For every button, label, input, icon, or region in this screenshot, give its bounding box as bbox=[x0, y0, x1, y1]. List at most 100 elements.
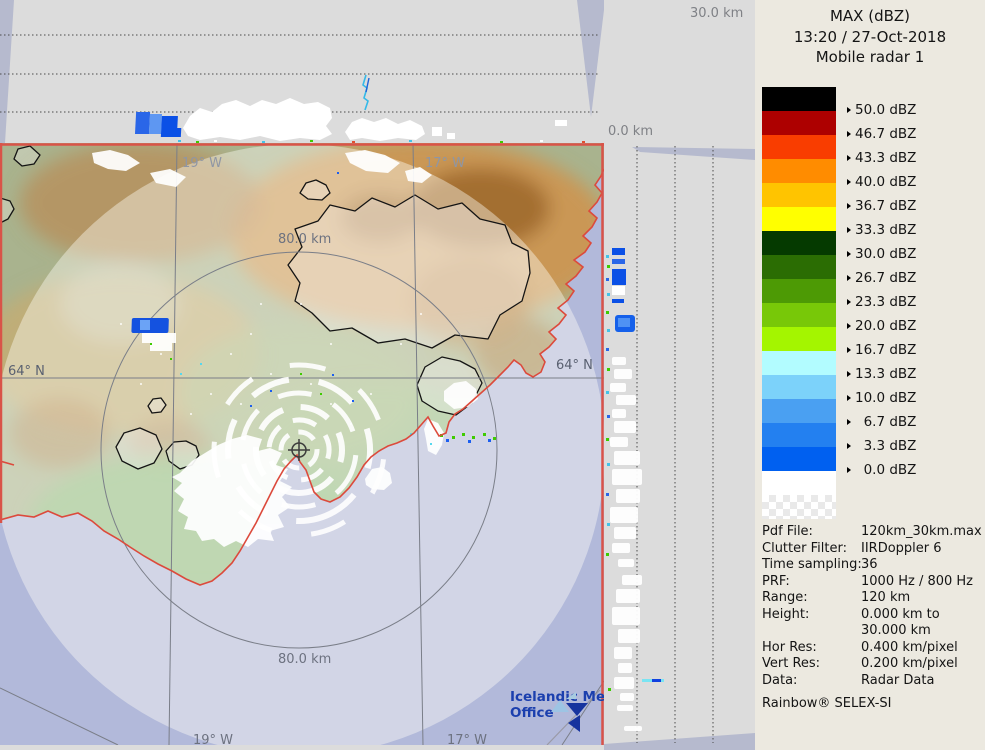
metadata-value: 0.400 km/pixel bbox=[861, 640, 958, 657]
scale-tick-icon bbox=[847, 467, 851, 473]
dbz-scale-label-text: 3.3 dBZ bbox=[855, 438, 916, 454]
vertical-profile-right-panel[interactable] bbox=[604, 143, 755, 750]
dbz-swatch bbox=[762, 279, 836, 303]
dbz-scale-label: 10.0 dBZ bbox=[847, 390, 916, 406]
imo-logo-text-line1: Icelandic Met bbox=[510, 689, 604, 705]
range-ring-label-bottom: 80.0 km bbox=[278, 652, 331, 667]
dbz-scale-label-text: 6.7 dBZ bbox=[855, 414, 916, 430]
metadata-label: Clutter Filter: bbox=[762, 541, 861, 558]
dbz-scale-label-text: 30.0 dBZ bbox=[855, 246, 916, 262]
dbz-swatch bbox=[762, 231, 836, 255]
metadata-row: Range:120 km bbox=[762, 590, 980, 607]
dbz-scale-label-text: 0.0 dBZ bbox=[855, 462, 916, 478]
scale-tick-icon bbox=[847, 275, 851, 281]
metadata-row: PRF:1000 Hz / 800 Hz bbox=[762, 574, 980, 591]
dbz-swatch bbox=[762, 87, 836, 111]
scale-tick-icon bbox=[847, 395, 851, 401]
metadata-label: Height: bbox=[762, 607, 861, 624]
metadata-value: Radar Data bbox=[861, 673, 934, 690]
dbz-scale-label-text: 10.0 dBZ bbox=[855, 390, 916, 406]
dbz-scale-label: 6.7 dBZ bbox=[847, 414, 916, 430]
metadata-row: Vert Res:0.200 km/pixel bbox=[762, 656, 980, 673]
range-ring-label-top: 80.0 km bbox=[278, 232, 331, 247]
dbz-swatch bbox=[762, 183, 836, 207]
metadata-row: Clutter Filter:IIRDoppler 6 bbox=[762, 541, 980, 558]
dbz-scale-label: 50.0 dBZ bbox=[847, 102, 916, 118]
dbz-swatch-checker bbox=[762, 495, 836, 519]
product-metadata: Pdf File:120km_30km.maxClutter Filter:II… bbox=[762, 524, 980, 689]
dbz-scale-label: 30.0 dBZ bbox=[847, 246, 916, 262]
legend-header: MAX (dBZ) 13:20 / 27-Oct-2018 Mobile rad… bbox=[755, 6, 985, 68]
dbz-scale-label-text: 13.3 dBZ bbox=[855, 366, 916, 382]
radar-display-window: 30.0 km 0.0 km bbox=[0, 0, 985, 750]
metadata-label: Vert Res: bbox=[762, 656, 861, 673]
metadata-row: 30.000 km bbox=[762, 623, 980, 640]
dbz-scale-label-text: 43.3 dBZ bbox=[855, 150, 916, 166]
dbz-scale-label: 36.7 dBZ bbox=[847, 198, 916, 214]
dbz-swatch-solid bbox=[762, 471, 836, 495]
dbz-swatch bbox=[762, 327, 836, 351]
scale-tick-icon bbox=[847, 419, 851, 425]
map-echo-blue bbox=[131, 318, 169, 333]
imo-logo-text-line2: Office bbox=[510, 705, 554, 721]
radar-map-canvas: 19° W 17° W 19° W 17° W 64° N 64° N 80.0… bbox=[0, 143, 604, 745]
dbz-scale-label: 20.0 dBZ bbox=[847, 318, 916, 334]
dbz-swatch bbox=[762, 399, 836, 423]
scale-tick-icon bbox=[847, 203, 851, 209]
scale-tick-icon bbox=[847, 179, 851, 185]
lon-label-17w-top: 17° W bbox=[425, 156, 465, 171]
dbz-color-scale bbox=[762, 87, 836, 519]
product-title: MAX (dBZ) bbox=[755, 6, 985, 27]
metadata-row: Pdf File:120km_30km.max bbox=[762, 524, 980, 541]
dbz-scale-label: 13.3 dBZ bbox=[847, 366, 916, 382]
dbz-scale-label: 0.0 dBZ bbox=[847, 462, 916, 478]
scale-tick-icon bbox=[847, 155, 851, 161]
right-profile-canvas bbox=[604, 143, 755, 750]
scale-tick-icon bbox=[847, 299, 851, 305]
dbz-scale-label: 26.7 dBZ bbox=[847, 270, 916, 286]
dbz-scale-label-text: 46.7 dBZ bbox=[855, 126, 916, 142]
metadata-label: Hor Res: bbox=[762, 640, 861, 657]
profile-zero-height-label: 0.0 km bbox=[608, 124, 653, 139]
dbz-swatch bbox=[762, 255, 836, 279]
metadata-value: 120 km bbox=[861, 590, 910, 607]
scale-tick-icon bbox=[847, 227, 851, 233]
dbz-scale-label: 16.7 dBZ bbox=[847, 342, 916, 358]
lon-label-19w-bottom: 19° W bbox=[193, 733, 233, 745]
dbz-scale-label: 33.3 dBZ bbox=[847, 222, 916, 238]
scale-tick-icon bbox=[847, 107, 851, 113]
dbz-swatch bbox=[762, 447, 836, 471]
top-profile-canvas bbox=[0, 0, 604, 143]
metadata-value: 0.200 km/pixel bbox=[861, 656, 958, 673]
dbz-scale-label-text: 26.7 dBZ bbox=[855, 270, 916, 286]
dbz-scale-label-text: 16.7 dBZ bbox=[855, 342, 916, 358]
scale-tick-icon bbox=[847, 323, 851, 329]
profile-max-height-label: 30.0 km bbox=[690, 6, 743, 21]
scale-tick-icon bbox=[847, 371, 851, 377]
radar-map-panel[interactable]: 19° W 17° W 19° W 17° W 64° N 64° N 80.0… bbox=[0, 143, 604, 745]
metadata-value: 36 bbox=[861, 557, 878, 574]
scale-tick-icon bbox=[847, 131, 851, 137]
dbz-swatch bbox=[762, 111, 836, 135]
scale-tick-icon bbox=[847, 443, 851, 449]
metadata-label: Pdf File: bbox=[762, 524, 861, 541]
metadata-row: Time sampling:36 bbox=[762, 557, 980, 574]
metadata-row: Data:Radar Data bbox=[762, 673, 980, 690]
metadata-row: Height:0.000 km to bbox=[762, 607, 980, 624]
profile-scale-corner: 30.0 km 0.0 km bbox=[604, 0, 755, 143]
dbz-scale-label: 46.7 dBZ bbox=[847, 126, 916, 142]
dbz-swatch bbox=[762, 207, 836, 231]
lon-label-19w-top: 19° W bbox=[182, 156, 222, 171]
dbz-scale-label-text: 33.3 dBZ bbox=[855, 222, 916, 238]
vertical-profile-top-panel[interactable] bbox=[0, 0, 604, 143]
dbz-scale-label: 3.3 dBZ bbox=[847, 438, 916, 454]
dbz-scale-label-text: 40.0 dBZ bbox=[855, 174, 916, 190]
dbz-swatch bbox=[762, 303, 836, 327]
product-datetime: 13:20 / 27-Oct-2018 bbox=[755, 27, 985, 48]
dbz-scale-label-text: 23.3 dBZ bbox=[855, 294, 916, 310]
dbz-swatch bbox=[762, 159, 836, 183]
dbz-swatch bbox=[762, 135, 836, 159]
legend-sidebar: MAX (dBZ) 13:20 / 27-Oct-2018 Mobile rad… bbox=[755, 0, 985, 750]
metadata-value: 0.000 km to bbox=[861, 607, 940, 624]
metadata-label: Range: bbox=[762, 590, 861, 607]
